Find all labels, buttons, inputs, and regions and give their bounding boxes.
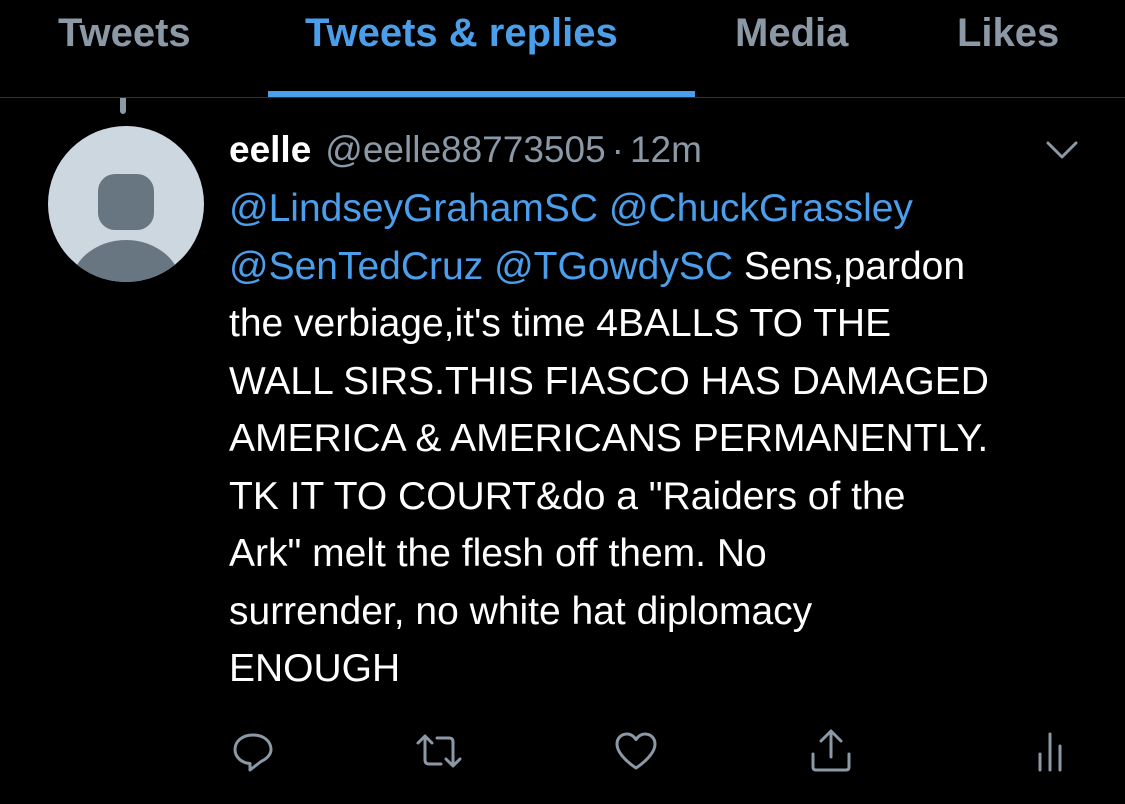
retweet-button[interactable] [414,726,464,776]
analytics-button[interactable] [1026,726,1076,776]
avatar[interactable] [48,126,204,282]
text-segment: Sens,pardon [743,244,966,288]
retweet-icon [416,734,462,768]
tab-tweets[interactable]: Tweets [58,8,191,58]
chevron-down-icon [1046,141,1078,159]
tweet-actions [0,720,1125,780]
active-tab-indicator [268,91,695,97]
share-icon [811,729,851,772]
text-line: the verbiage,it's time 4BALLS TO THE [229,302,892,345]
text-line: AMERICA & AMERICANS PERMANENTLY. [229,417,989,460]
tab-tweets-and-replies[interactable]: Tweets & replies [305,8,618,58]
separator-dot: · [611,129,624,170]
text-line: @SenTedCruz @TGowdySC Sens,pardon [229,238,1109,296]
mention-link[interactable]: @LindseyGrahamSC [229,187,598,230]
profile-tabs: Tweets Tweets & replies Media Likes [0,0,1125,98]
handle[interactable]: @eelle88773505 [325,129,605,170]
reply-button[interactable] [228,726,278,776]
thread-connector-line [120,98,126,114]
analytics-icon [1038,732,1062,772]
tweet-text: @LindseyGrahamSC @ChuckGrassley @SenTedC… [229,180,1109,698]
more-options-button[interactable] [1040,130,1084,170]
mention-link[interactable]: @ChuckGrassley [609,187,913,230]
text-line: @LindseyGrahamSC @ChuckGrassley [229,180,1109,238]
display-name[interactable]: eelle [229,129,311,170]
text-line: surrender, no white hat diplomacy [229,589,813,633]
tweet-header: eelle @eelle88773505 · 12m [229,128,702,172]
share-button[interactable] [806,726,856,776]
text-line: WALL SIRS.THIS FIASCO HAS DAMAGED [229,359,989,403]
reply-icon [233,733,273,772]
text-line: TK IT TO COURT&do a "Raiders of the [229,474,906,518]
mention-link[interactable]: @TGowdySC [494,245,733,288]
text-line: Ark" melt the flesh off them. No [229,532,767,575]
tab-likes[interactable]: Likes [957,8,1059,58]
mention-link[interactable]: @SenTedCruz [229,245,483,288]
default-avatar-icon [70,174,182,282]
heart-icon [615,732,657,770]
text-line: ENOUGH [229,647,401,690]
like-button[interactable] [611,726,661,776]
timestamp[interactable]: 12m [630,129,702,170]
tab-media[interactable]: Media [735,8,848,58]
